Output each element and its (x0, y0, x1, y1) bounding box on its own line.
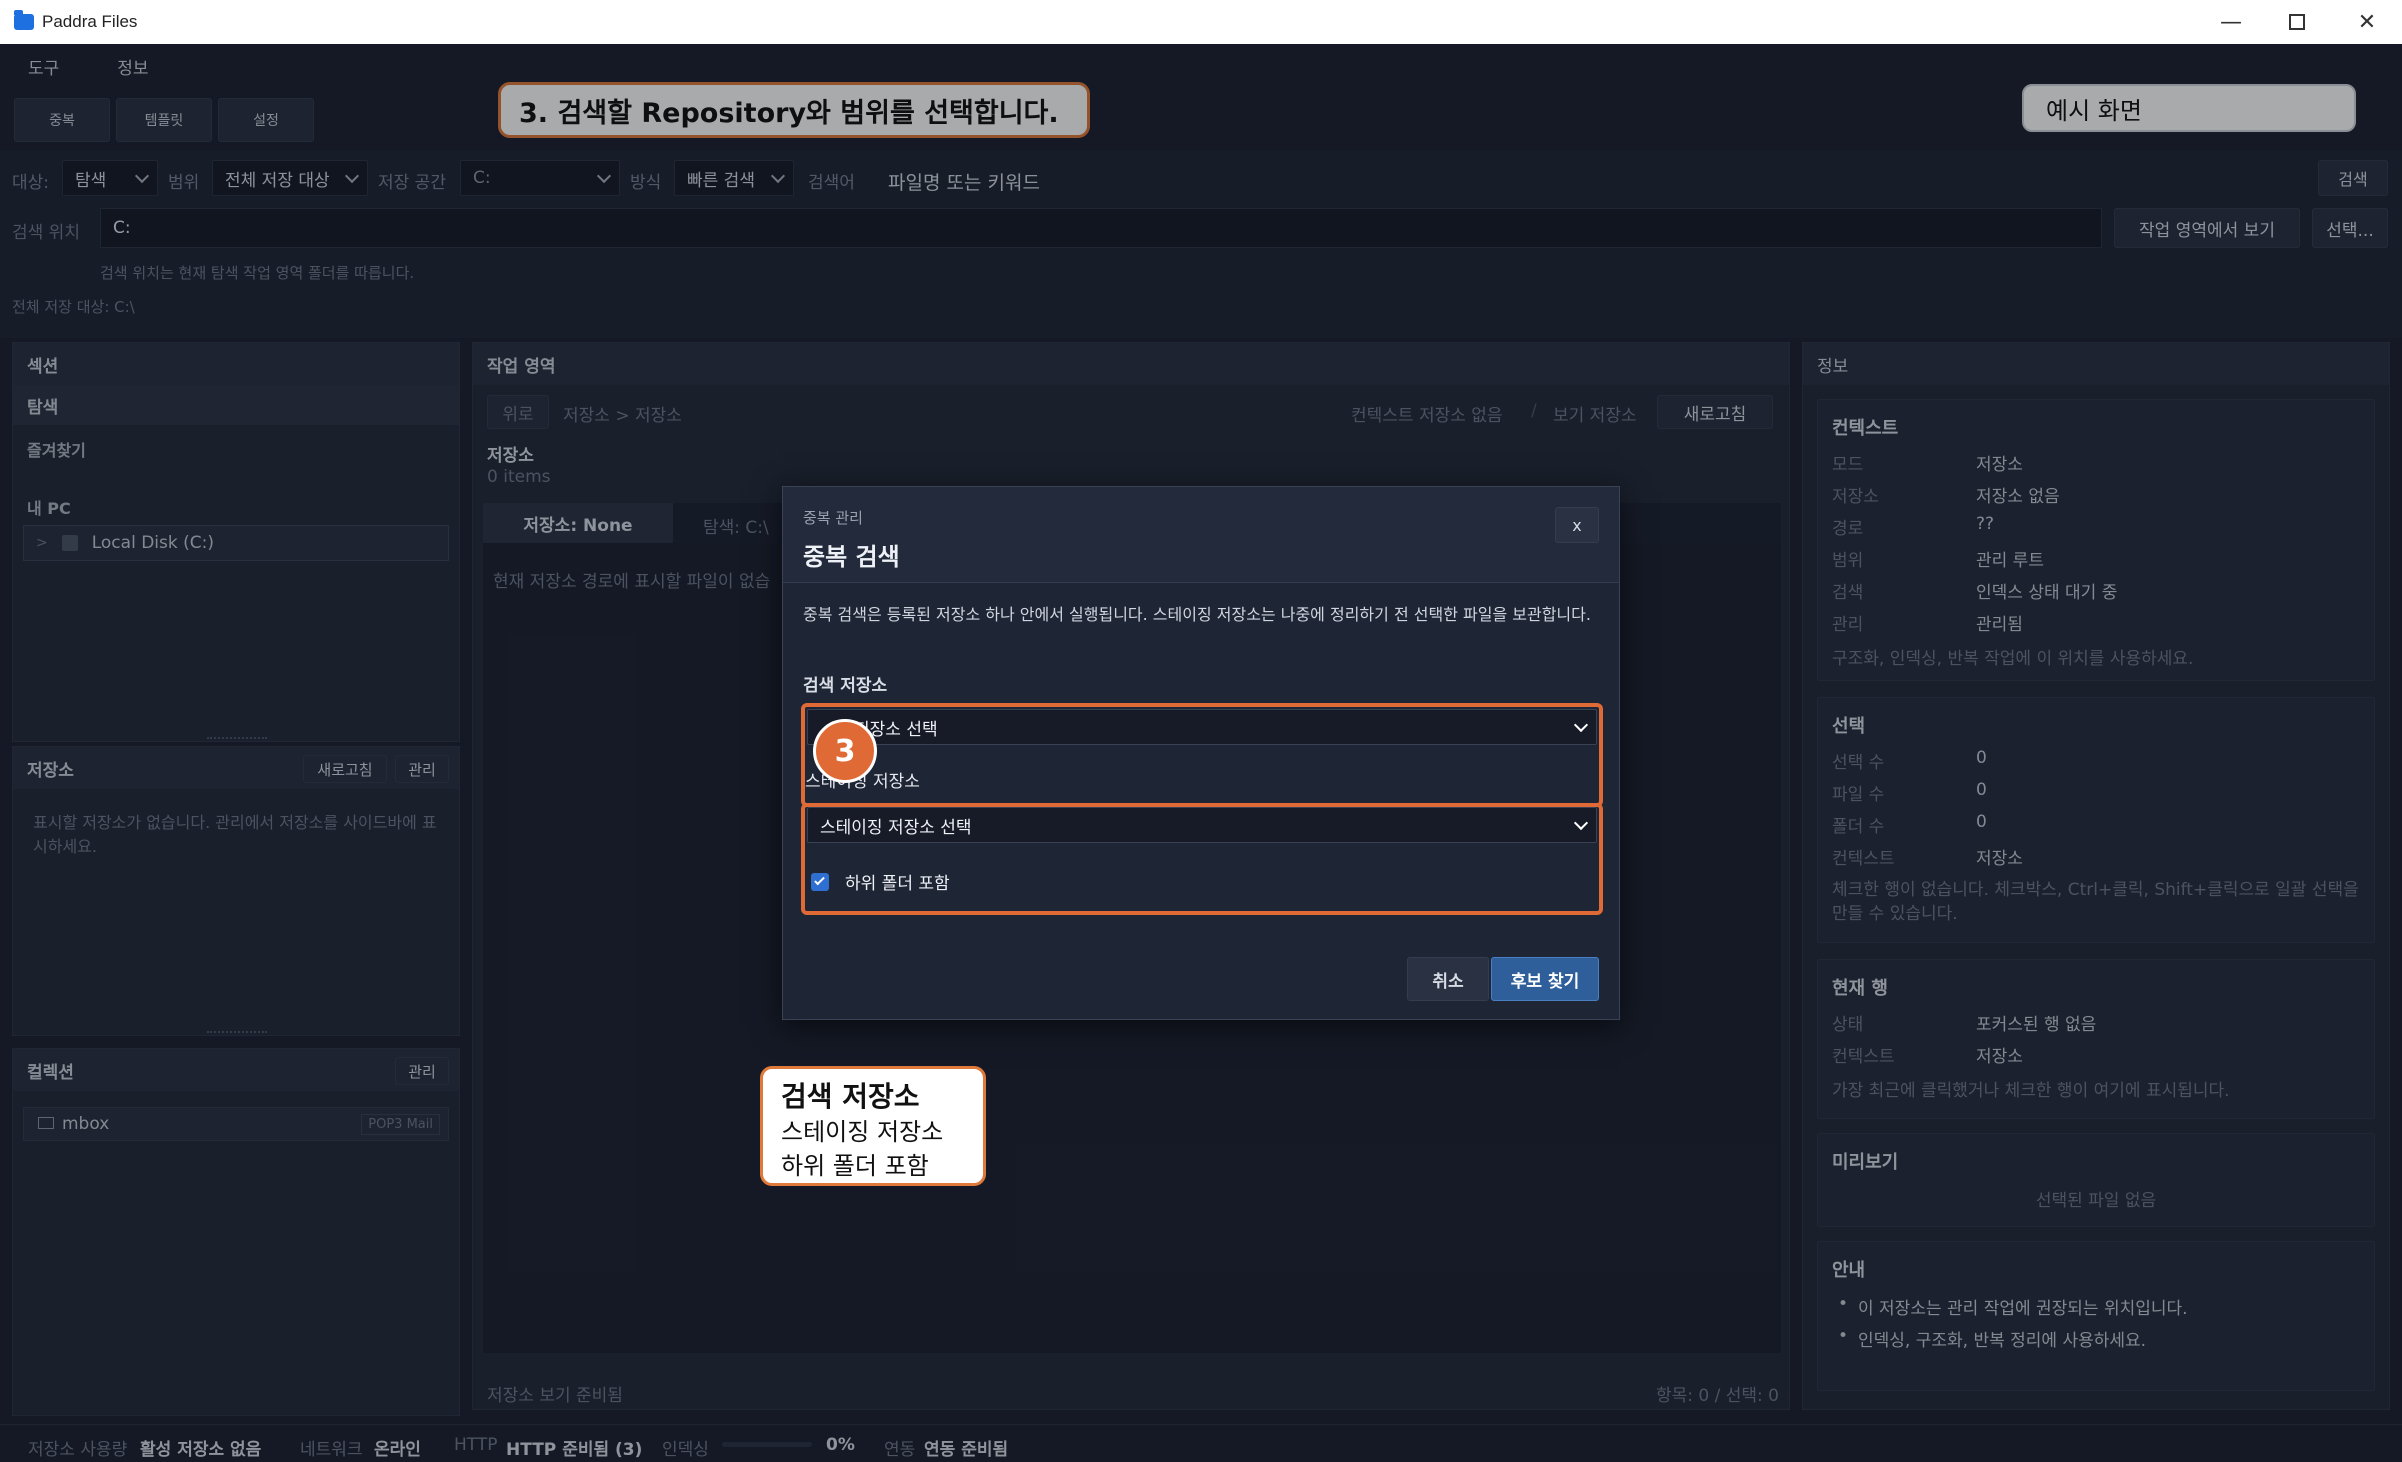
tutorial-callout: 검색 저장소 스테이징 저장소 하위 폴더 포함 (760, 1066, 986, 1186)
highlight-staging-repo (801, 803, 1603, 915)
callout-line: 하위 폴더 포함 (781, 1152, 929, 1180)
callout-line: 스테이징 저장소 (781, 1118, 944, 1146)
cancel-button[interactable]: 취소 (1407, 957, 1489, 1001)
dialog-eyebrow: 중복 관리 (803, 509, 863, 527)
folder-app-icon (14, 10, 34, 30)
close-window-button[interactable]: ✕ (2332, 0, 2402, 44)
duplicate-search-dialog: 중복 관리 중복 검색 x 중복 검색은 등록된 저장소 하나 안에서 실행됩니… (782, 486, 1620, 1020)
minimize-button[interactable]: — (2196, 0, 2266, 44)
find-candidates-button[interactable]: 후보 찾기 (1491, 957, 1599, 1001)
window-titlebar: Paddra Files — ✕ (0, 0, 2402, 44)
highlight-search-repo (801, 703, 1603, 807)
dialog-close-button[interactable]: x (1555, 507, 1599, 543)
dialog-title: 중복 검색 (803, 543, 900, 571)
dialog-description: 중복 검색은 등록된 저장소 하나 안에서 실행됩니다. 스테이징 저장소는 나… (803, 605, 1591, 624)
step-number-badge: 3 (813, 719, 877, 783)
callout-title: 검색 저장소 (781, 1080, 920, 1113)
maximize-button[interactable] (2262, 0, 2332, 44)
dialog-header: 중복 관리 중복 검색 x (783, 487, 1619, 583)
window-title: Paddra Files (42, 12, 138, 31)
search-repo-label: 검색 저장소 (803, 676, 888, 696)
